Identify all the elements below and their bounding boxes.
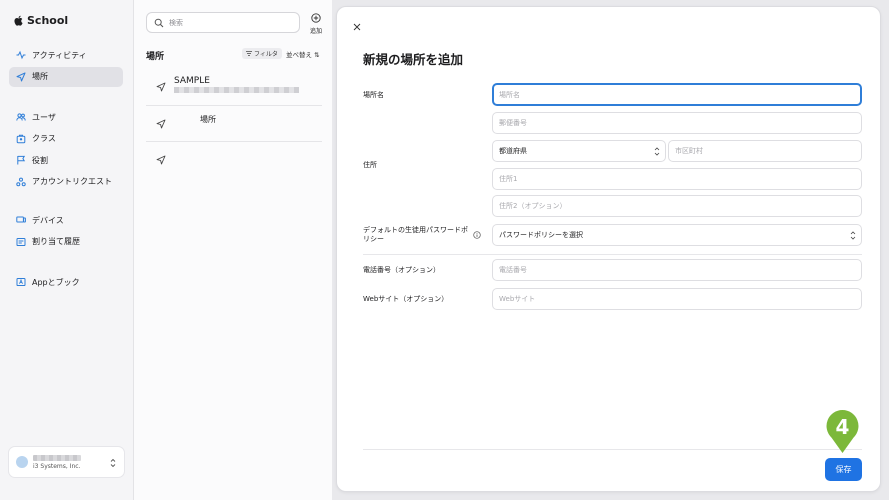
chevron-up-down-icon [654, 146, 660, 156]
add-circle-icon [311, 13, 321, 23]
nav-group-apps: Appとブック [9, 272, 123, 294]
sidebar-item-account-requests[interactable]: アカウントリクエスト [9, 172, 123, 192]
address2-field[interactable]: 住所2（オプション） [492, 195, 862, 217]
account-switcher[interactable]: i3 Systems, Inc. [8, 446, 125, 478]
postal-code-field[interactable]: 郵便番号 [492, 112, 862, 134]
address1-field[interactable]: 住所1 [492, 168, 862, 190]
password-policy-select[interactable]: パスワードポリシーを選択 [492, 224, 862, 246]
address2-placeholder: 住所2（オプション） [499, 202, 567, 210]
info-icon[interactable] [473, 231, 481, 239]
activity-icon [16, 50, 26, 60]
search-icon [154, 18, 164, 27]
add-label: 追加 [309, 28, 322, 35]
apple-logo-icon [14, 15, 23, 26]
sort-label: 並べ替え [286, 51, 312, 59]
device-icon [16, 216, 26, 223]
account-request-icon [16, 177, 26, 186]
address1-placeholder: 住所1 [499, 175, 518, 183]
location-arrow-icon [156, 82, 166, 92]
password-policy-label: デフォルトの生徒用パスワードポリシー [363, 226, 468, 243]
location-arrow-icon [156, 119, 166, 129]
filter-icon [246, 51, 252, 56]
account-text: i3 Systems, Inc. [33, 454, 81, 470]
nav-group-devices: デバイス 割り当て履歴 [9, 210, 123, 253]
phone-placeholder: 電話番号 [499, 266, 527, 274]
sidebar-item-assignment-history[interactable]: 割り当て履歴 [9, 232, 123, 252]
sidebar-item-users[interactable]: ユーザ [9, 107, 123, 127]
location-arrow-icon [16, 72, 26, 81]
brand: School [14, 14, 68, 27]
footer-divider [363, 449, 862, 450]
sort-arrows-icon: ⇅ [314, 51, 320, 59]
city-placeholder: 市区町村 [675, 147, 703, 155]
save-button[interactable]: 保存 [825, 458, 862, 481]
sidebar-item-classes[interactable]: クラス [9, 129, 123, 149]
flag-icon [17, 155, 26, 165]
sidebar-item-label: 割り当て履歴 [32, 237, 80, 246]
search-placeholder: 検索 [169, 18, 183, 27]
step-callout-badge: 4 [826, 410, 859, 453]
filter-label: フィルタ [254, 51, 278, 58]
location-arrow-icon [156, 155, 166, 165]
avatar [16, 456, 28, 468]
prefecture-value: 都道府県 [499, 147, 527, 155]
add-location-button[interactable]: 追加 [306, 13, 326, 35]
sort-button[interactable]: 並べ替え ⇅ [286, 49, 320, 59]
account-name-redacted [33, 454, 81, 461]
divider [363, 254, 862, 255]
search-input[interactable]: 検索 [146, 12, 300, 33]
class-icon [16, 134, 26, 143]
list-item[interactable]: 場所 [146, 106, 322, 142]
password-policy-value: パスワードポリシーを選択 [499, 231, 583, 239]
list-item-title: 場所 [200, 115, 216, 124]
dialog-title: 新規の場所を追加 [363, 52, 464, 67]
sidebar-item-roles[interactable]: 役割 [9, 150, 123, 170]
sidebar-item-label: 場所 [32, 72, 48, 81]
users-icon [16, 113, 26, 121]
address-label: 住所 [363, 161, 377, 169]
add-location-dialog: 新規の場所を追加 場所名 場所名 郵便番号 住所 都道府県 市区町村 住所1 住… [336, 6, 881, 492]
sidebar-item-label: アクティビティ [32, 50, 87, 60]
postal-code-placeholder: 郵便番号 [499, 119, 527, 127]
filter-button[interactable]: フィルタ [242, 48, 282, 59]
prefecture-select[interactable]: 都道府県 [492, 140, 666, 162]
sidebar-item-label: クラス [32, 134, 56, 143]
step-callout-number: 4 [836, 415, 850, 439]
sidebar-item-locations[interactable]: 場所 [9, 66, 123, 87]
brand-name: School [27, 14, 69, 27]
place-name-placeholder: 場所名 [499, 90, 520, 99]
nav-group-mid: ユーザ クラス 役割 アカウントリクエスト [9, 107, 123, 193]
close-icon[interactable] [353, 23, 361, 31]
chevron-up-down-icon [110, 458, 116, 468]
phone-label: 電話番号（オプション） [363, 266, 440, 274]
chevron-up-down-icon [850, 230, 856, 240]
list-item[interactable] [146, 142, 322, 178]
sidebar-item-apps-books[interactable]: Appとブック [9, 272, 123, 292]
place-name-label: 場所名 [363, 91, 384, 99]
sidebar-item-label: アカウントリクエスト [32, 177, 112, 186]
history-icon [16, 237, 26, 246]
place-name-field[interactable]: 場所名 [492, 83, 862, 106]
list-title: 場所 [146, 52, 165, 62]
website-field[interactable]: Webサイト [492, 288, 862, 310]
list-item-subtitle-redacted [174, 87, 299, 93]
sidebar-item-label: ユーザ [32, 112, 56, 122]
nav-group-top: アクティビティ 場所 [9, 45, 123, 88]
sidebar: School アクティビティ 場所 ユーザ クラス 役割 アカウントリクエスト [0, 0, 134, 500]
website-placeholder: Webサイト [499, 295, 536, 303]
sidebar-item-label: Appとブック [32, 277, 80, 287]
sidebar-item-devices[interactable]: デバイス [9, 210, 123, 230]
city-field[interactable]: 市区町村 [668, 140, 862, 162]
sidebar-item-label: 役割 [32, 155, 48, 165]
sidebar-item-activity[interactable]: アクティビティ [9, 45, 123, 65]
list-item-title: SAMPLE [174, 76, 210, 86]
website-label: Webサイト（オプション） [363, 295, 449, 303]
apps-icon [16, 278, 26, 286]
account-org: i3 Systems, Inc. [33, 462, 81, 470]
phone-field[interactable]: 電話番号 [492, 259, 862, 281]
locations-list-pane: 検索 追加 場所 フィルタ 並べ替え ⇅ SAMPLE 場所 [134, 0, 332, 500]
sidebar-item-label: デバイス [32, 215, 64, 225]
list-item[interactable]: SAMPLE [146, 70, 322, 106]
